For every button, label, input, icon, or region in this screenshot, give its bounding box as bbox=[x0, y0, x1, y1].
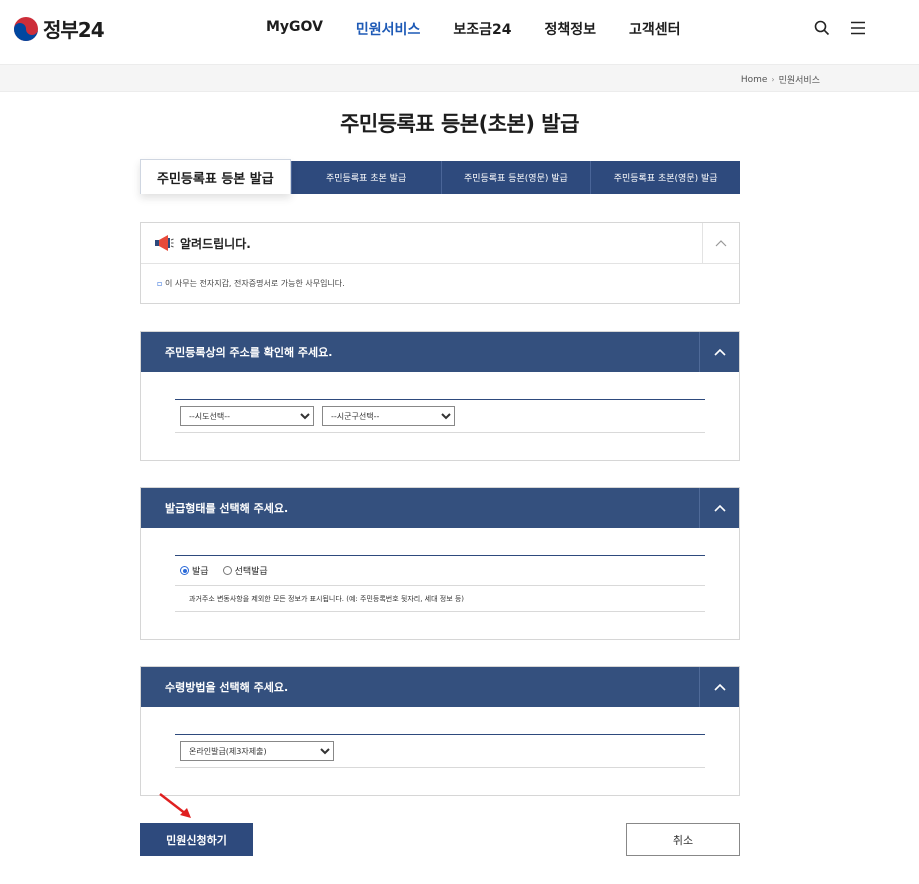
page-title: 주민등록표 등본(초본) 발급 bbox=[340, 112, 579, 136]
receive-method-section-body: 온라인발급(제3자제출) bbox=[141, 734, 739, 768]
receive-method-section: 수령방법을 선택해 주세요. 온라인발급(제3자제출) bbox=[140, 666, 740, 796]
radio-checked-icon bbox=[180, 566, 189, 575]
apply-button[interactable]: 민원신청하기 bbox=[140, 823, 253, 856]
address-section: 주민등록상의 주소를 확인해 주세요. --시도선택-- --시군구선택-- bbox=[140, 331, 740, 461]
issue-type-radio-row: 발급 선택발급 bbox=[175, 556, 705, 586]
radio-issue-all-label: 발급 bbox=[192, 567, 209, 577]
breadcrumb-home[interactable]: Home bbox=[741, 75, 768, 85]
chevron-up-icon bbox=[715, 240, 727, 247]
tab-bar: 주민등록표 등본 발급 주민등록표 초본 발급 주민등록표 등본(영문) 발급 … bbox=[140, 159, 740, 194]
notice-collapse-button[interactable] bbox=[702, 223, 739, 263]
breadcrumb-bar: Home › 민원서비스 bbox=[0, 64, 919, 92]
nav-subsidy24[interactable]: 보조금24 bbox=[453, 19, 511, 39]
chevron-up-icon bbox=[713, 348, 726, 356]
issue-type-section-body: 발급 선택발급 과거주소 변동사항을 제외한 모든 정보가 표시됩니다. (예:… bbox=[141, 555, 739, 612]
tab-resident-copy-english[interactable]: 주민등록표 등본(영문) 발급 bbox=[440, 161, 591, 194]
receive-method-section-title: 수령방법을 선택해 주세요. bbox=[165, 681, 289, 694]
tab-resident-abstract[interactable]: 주민등록표 초본 발급 bbox=[290, 161, 441, 194]
address-section-title: 주민등록상의 주소를 확인해 주세요. bbox=[165, 346, 333, 359]
search-icon[interactable] bbox=[813, 19, 831, 37]
issue-type-description-row: 과거주소 변동사항을 제외한 모든 정보가 표시됩니다. (예: 주민등록번호 … bbox=[175, 586, 705, 612]
sigungu-select[interactable]: --시군구선택-- bbox=[322, 406, 455, 426]
notice-body: ▫ 이 사무는 전자지갑, 전자증명서로 가능한 사무입니다. bbox=[141, 264, 739, 303]
notice-box: 알려드립니다. ▫ 이 사무는 전자지갑, 전자증명서로 가능한 사무입니다. bbox=[140, 222, 740, 304]
receive-method-row: 온라인발급(제3자제출) bbox=[175, 735, 705, 768]
radio-issue-select-label: 선택발급 bbox=[234, 567, 268, 577]
issue-type-section-header: 발급형태를 선택해 주세요. bbox=[141, 488, 739, 528]
cancel-button[interactable]: 취소 bbox=[626, 823, 740, 856]
nav-policy-info[interactable]: 정책정보 bbox=[544, 19, 596, 39]
nav-civil-service[interactable]: 민원서비스 bbox=[356, 19, 420, 39]
chevron-up-icon bbox=[713, 504, 726, 512]
issue-type-section-title: 발급형태를 선택해 주세요. bbox=[165, 502, 289, 515]
receive-method-select[interactable]: 온라인발급(제3자제출) bbox=[180, 741, 334, 761]
sido-select[interactable]: --시도선택-- bbox=[180, 406, 314, 426]
address-collapse-button[interactable] bbox=[699, 332, 739, 372]
main-nav: MyGOV 민원서비스 보조금24 정책정보 고객센터 bbox=[266, 19, 714, 39]
tab-resident-copy[interactable]: 주민등록표 등본 발급 bbox=[140, 159, 291, 194]
receive-method-collapse-button[interactable] bbox=[699, 667, 739, 707]
megaphone-icon bbox=[155, 235, 174, 251]
notice-header: 알려드립니다. bbox=[141, 223, 739, 264]
radio-unchecked-icon bbox=[222, 566, 232, 575]
address-section-body: --시도선택-- --시군구선택-- bbox=[141, 399, 739, 433]
issue-type-collapse-button[interactable] bbox=[699, 488, 739, 528]
chevron-up-icon bbox=[713, 683, 726, 691]
tab-resident-abstract-english[interactable]: 주민등록표 초본(영문) 발급 bbox=[590, 161, 740, 194]
issue-type-description: 과거주소 변동사항을 제외한 모든 정보가 표시됩니다. (예: 주민등록번호 … bbox=[189, 594, 465, 603]
notice-title: 알려드립니다. bbox=[180, 236, 251, 251]
taegeuk-logo-icon bbox=[14, 16, 38, 41]
logo[interactable]: 정부24 bbox=[13, 14, 105, 43]
breadcrumb: Home › 민원서비스 bbox=[741, 73, 820, 87]
logo-text: 정부24 bbox=[43, 18, 105, 42]
notice-text: 이 사무는 전자지갑, 전자증명서로 가능한 사무입니다. bbox=[164, 279, 345, 288]
address-section-header: 주민등록상의 주소를 확인해 주세요. bbox=[141, 332, 739, 372]
issue-type-section: 발급형태를 선택해 주세요. 발급 선택발급 과거주소 변동사항을 제외한 모든… bbox=[140, 487, 740, 640]
nav-mygov[interactable]: MyGOV bbox=[266, 19, 323, 39]
radio-issue-select[interactable]: 선택발급 bbox=[222, 564, 268, 577]
address-select-row: --시도선택-- --시군구선택-- bbox=[175, 400, 705, 433]
header: 정부24 MyGOV 민원서비스 보조금24 정책정보 고객센터 bbox=[0, 0, 919, 64]
menu-icon[interactable] bbox=[849, 19, 867, 37]
bullet-icon: ▫ bbox=[157, 279, 163, 288]
receive-method-section-header: 수령방법을 선택해 주세요. bbox=[141, 667, 739, 707]
nav-customer-center[interactable]: 고객센터 bbox=[629, 19, 681, 39]
radio-issue-all[interactable]: 발급 bbox=[180, 564, 209, 577]
annotation-arrow-icon bbox=[159, 793, 191, 818]
breadcrumb-current[interactable]: 민원서비스 bbox=[779, 73, 820, 86]
header-icons bbox=[813, 19, 867, 37]
chevron-right-icon: › bbox=[771, 75, 775, 84]
